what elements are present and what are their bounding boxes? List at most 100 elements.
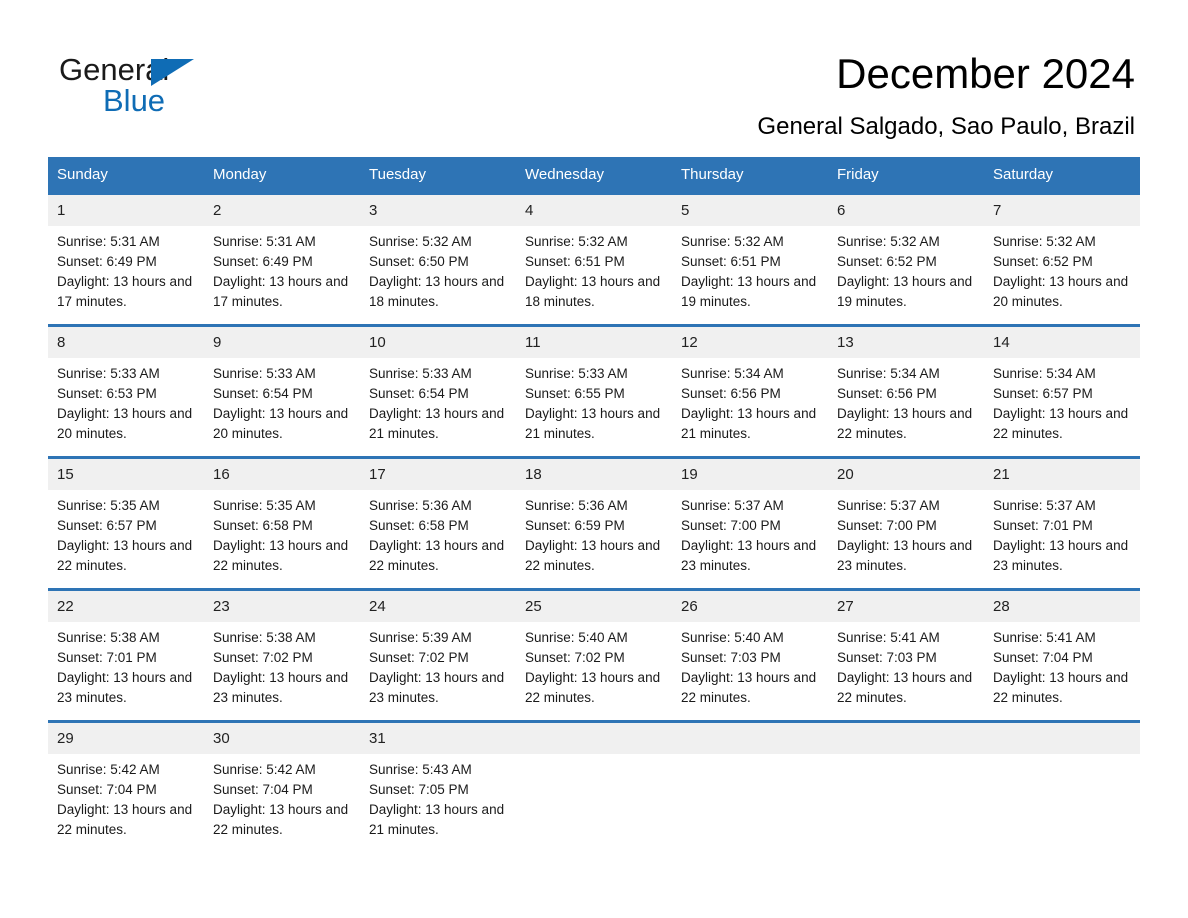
day-cell[interactable]: 14 Sunrise: 5:34 AM Sunset: 6:57 PM Dayligh… xyxy=(984,324,1140,458)
sunrise-text: Sunrise: 5:35 AM xyxy=(213,498,316,513)
day-cell[interactable]: 12 Sunrise: 5:34 AM Sunset: 6:56 PM Dayligh… xyxy=(672,324,828,458)
daylight-text: Daylight: 13 hours and 22 minutes. xyxy=(213,802,349,837)
day-number: 15 xyxy=(48,459,204,490)
day-details: Sunrise: 5:32 AM Sunset: 6:50 PM Daylight:… xyxy=(360,226,516,324)
day-number: 4 xyxy=(516,195,672,226)
daylight-text: Daylight: 13 hours and 22 minutes. xyxy=(837,406,973,441)
daylight-text: Daylight: 13 hours and 19 minutes. xyxy=(837,274,973,309)
day-details: Sunrise: 5:41 AM Sunset: 7:04 PM Daylight:… xyxy=(984,622,1140,720)
day-details: Sunrise: 5:41 AM Sunset: 7:03 PM Daylight:… xyxy=(828,622,984,720)
daylight-text: Daylight: 13 hours and 18 minutes. xyxy=(525,274,661,309)
day-number: 1 xyxy=(48,195,204,226)
sunset-text: Sunset: 7:01 PM xyxy=(993,518,1093,533)
day-cell[interactable]: 1 Sunrise: 5:31 AM Sunset: 6:49 PM Daylight… xyxy=(48,192,204,326)
day-cell[interactable]: 10 Sunrise: 5:33 AM Sunset: 6:54 PM Dayligh… xyxy=(360,324,516,458)
sunset-text: Sunset: 6:58 PM xyxy=(369,518,469,533)
day-number: 17 xyxy=(360,459,516,490)
daylight-text: Daylight: 13 hours and 19 minutes. xyxy=(681,274,817,309)
calendar-header-row: Sunday Monday Tuesday Wednesday Thursday… xyxy=(48,157,1140,194)
daylight-text: Daylight: 13 hours and 21 minutes. xyxy=(369,802,505,837)
sunrise-text: Sunrise: 5:36 AM xyxy=(525,498,628,513)
sunset-text: Sunset: 6:51 PM xyxy=(525,254,625,269)
sunset-text: Sunset: 6:49 PM xyxy=(213,254,313,269)
day-number: 9 xyxy=(204,327,360,358)
day-cell[interactable]: 26 Sunrise: 5:40 AM Sunset: 7:03 PM Dayligh… xyxy=(672,588,828,722)
day-number: 28 xyxy=(984,591,1140,622)
day-cell[interactable]: 25 Sunrise: 5:40 AM Sunset: 7:02 PM Dayligh… xyxy=(516,588,672,722)
day-details: Sunrise: 5:35 AM Sunset: 6:58 PM Daylight:… xyxy=(204,490,360,588)
day-cell[interactable]: 21 Sunrise: 5:37 AM Sunset: 7:01 PM Dayligh… xyxy=(984,456,1140,590)
day-cell[interactable]: 6 Sunrise: 5:32 AM Sunset: 6:52 PM Daylight… xyxy=(828,192,984,326)
day-details: Sunrise: 5:42 AM Sunset: 7:04 PM Daylight:… xyxy=(204,754,360,852)
logo-text-blue: Blue xyxy=(103,83,166,118)
daylight-text: Daylight: 13 hours and 22 minutes. xyxy=(57,802,193,837)
day-details: Sunrise: 5:31 AM Sunset: 6:49 PM Daylight:… xyxy=(204,226,360,324)
weekday-header-saturday: Saturday xyxy=(984,157,1140,194)
day-details: Sunrise: 5:33 AM Sunset: 6:54 PM Daylight:… xyxy=(360,358,516,456)
day-cell-empty xyxy=(672,720,828,852)
day-cell[interactable]: 8 Sunrise: 5:33 AM Sunset: 6:53 PM Daylight… xyxy=(48,324,204,458)
sunset-text: Sunset: 6:59 PM xyxy=(525,518,625,533)
daylight-text: Daylight: 13 hours and 23 minutes. xyxy=(213,670,349,705)
day-details: Sunrise: 5:34 AM Sunset: 6:57 PM Daylight:… xyxy=(984,358,1140,456)
day-cell[interactable]: 11 Sunrise: 5:33 AM Sunset: 6:55 PM Dayligh… xyxy=(516,324,672,458)
day-number: 2 xyxy=(204,195,360,226)
weekday-header-sunday: Sunday xyxy=(48,157,204,194)
day-number: 3 xyxy=(360,195,516,226)
day-number: 7 xyxy=(984,195,1140,226)
day-cell[interactable]: 17 Sunrise: 5:36 AM Sunset: 6:58 PM Dayligh… xyxy=(360,456,516,590)
sunrise-text: Sunrise: 5:33 AM xyxy=(57,366,160,381)
day-cell[interactable]: 31 Sunrise: 5:43 AM Sunset: 7:05 PM Dayligh… xyxy=(360,720,516,852)
daylight-text: Daylight: 13 hours and 22 minutes. xyxy=(213,538,349,573)
day-number: 18 xyxy=(516,459,672,490)
sunset-text: Sunset: 7:02 PM xyxy=(369,650,469,665)
day-number: 5 xyxy=(672,195,828,226)
page-header: General Blue December 2024 General Salga… xyxy=(0,0,1188,155)
general-blue-logo[interactable]: General Blue xyxy=(59,52,289,124)
day-cell[interactable]: 5 Sunrise: 5:32 AM Sunset: 6:51 PM Daylight… xyxy=(672,192,828,326)
day-cell[interactable]: 27 Sunrise: 5:41 AM Sunset: 7:03 PM Dayligh… xyxy=(828,588,984,722)
day-cell[interactable]: 30 Sunrise: 5:42 AM Sunset: 7:04 PM Dayligh… xyxy=(204,720,360,852)
day-cell[interactable]: 16 Sunrise: 5:35 AM Sunset: 6:58 PM Dayligh… xyxy=(204,456,360,590)
sunrise-text: Sunrise: 5:37 AM xyxy=(681,498,784,513)
calendar-week-row: 1 Sunrise: 5:31 AM Sunset: 6:49 PM Daylight… xyxy=(48,192,1140,326)
day-details: Sunrise: 5:36 AM Sunset: 6:59 PM Daylight:… xyxy=(516,490,672,588)
sunrise-text: Sunrise: 5:37 AM xyxy=(837,498,940,513)
day-cell[interactable]: 2 Sunrise: 5:31 AM Sunset: 6:49 PM Daylight… xyxy=(204,192,360,326)
daylight-text: Daylight: 13 hours and 20 minutes. xyxy=(213,406,349,441)
day-details: Sunrise: 5:34 AM Sunset: 6:56 PM Daylight:… xyxy=(672,358,828,456)
sunrise-text: Sunrise: 5:40 AM xyxy=(681,630,784,645)
sunset-text: Sunset: 7:03 PM xyxy=(681,650,781,665)
day-cell-empty xyxy=(984,720,1140,852)
day-cell-empty xyxy=(828,720,984,852)
day-cell[interactable]: 15 Sunrise: 5:35 AM Sunset: 6:57 PM Dayligh… xyxy=(48,456,204,590)
day-cell[interactable]: 23 Sunrise: 5:38 AM Sunset: 7:02 PM Dayligh… xyxy=(204,588,360,722)
daylight-text: Daylight: 13 hours and 18 minutes. xyxy=(369,274,505,309)
day-cell[interactable]: 7 Sunrise: 5:32 AM Sunset: 6:52 PM Daylight… xyxy=(984,192,1140,326)
sunset-text: Sunset: 7:05 PM xyxy=(369,782,469,797)
daylight-text: Daylight: 13 hours and 23 minutes. xyxy=(57,670,193,705)
day-cell[interactable]: 13 Sunrise: 5:34 AM Sunset: 6:56 PM Dayligh… xyxy=(828,324,984,458)
sunset-text: Sunset: 6:58 PM xyxy=(213,518,313,533)
sunrise-text: Sunrise: 5:31 AM xyxy=(57,234,160,249)
day-cell[interactable]: 28 Sunrise: 5:41 AM Sunset: 7:04 PM Dayligh… xyxy=(984,588,1140,722)
day-details xyxy=(828,754,984,772)
day-cell[interactable]: 4 Sunrise: 5:32 AM Sunset: 6:51 PM Daylight… xyxy=(516,192,672,326)
day-cell[interactable]: 24 Sunrise: 5:39 AM Sunset: 7:02 PM Dayligh… xyxy=(360,588,516,722)
day-number xyxy=(516,723,672,754)
day-cell-empty xyxy=(516,720,672,852)
day-cell[interactable]: 22 Sunrise: 5:38 AM Sunset: 7:01 PM Dayligh… xyxy=(48,588,204,722)
day-details: Sunrise: 5:40 AM Sunset: 7:02 PM Daylight:… xyxy=(516,622,672,720)
day-cell[interactable]: 3 Sunrise: 5:32 AM Sunset: 6:50 PM Daylight… xyxy=(360,192,516,326)
day-cell[interactable]: 18 Sunrise: 5:36 AM Sunset: 6:59 PM Dayligh… xyxy=(516,456,672,590)
weekday-header-tuesday: Tuesday xyxy=(360,157,516,194)
day-cell[interactable]: 19 Sunrise: 5:37 AM Sunset: 7:00 PM Dayligh… xyxy=(672,456,828,590)
day-cell[interactable]: 29 Sunrise: 5:42 AM Sunset: 7:04 PM Dayligh… xyxy=(48,720,204,852)
day-number xyxy=(984,723,1140,754)
sunset-text: Sunset: 6:50 PM xyxy=(369,254,469,269)
day-cell[interactable]: 20 Sunrise: 5:37 AM Sunset: 7:00 PM Dayligh… xyxy=(828,456,984,590)
day-cell[interactable]: 9 Sunrise: 5:33 AM Sunset: 6:54 PM Daylight… xyxy=(204,324,360,458)
sunrise-text: Sunrise: 5:41 AM xyxy=(993,630,1096,645)
sunrise-text: Sunrise: 5:33 AM xyxy=(369,366,472,381)
sunrise-text: Sunrise: 5:32 AM xyxy=(681,234,784,249)
